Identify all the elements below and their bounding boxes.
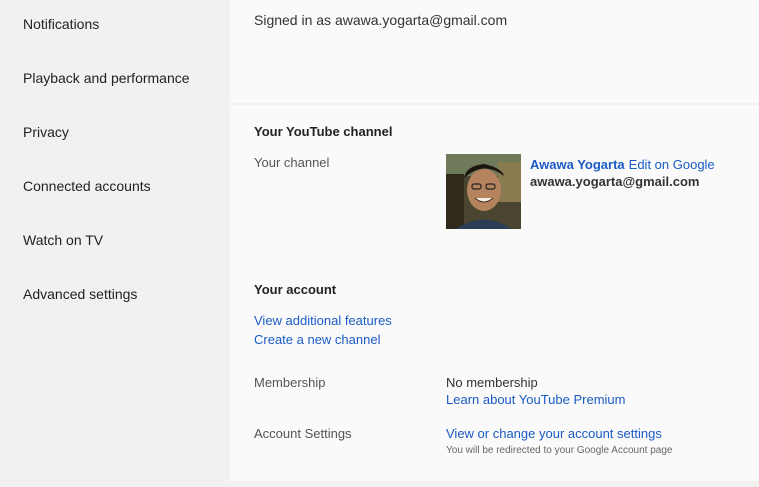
account-settings-label: Account Settings	[254, 426, 352, 441]
learn-premium-link[interactable]: Learn about YouTube Premium	[446, 392, 625, 407]
redirect-note: You will be redirected to your Google Ac…	[446, 445, 673, 456]
channel-heading: Your YouTube channel	[254, 124, 393, 139]
settings-sidebar: Notifications Playback and performance P…	[0, 0, 230, 487]
settings-page: Notifications Playback and performance P…	[0, 0, 759, 487]
sidebar-item-connected-accounts[interactable]: Connected accounts	[23, 178, 151, 194]
channel-email: awawa.yogarta@gmail.com	[530, 174, 700, 189]
edit-on-google-link[interactable]: Edit on Google	[629, 157, 715, 172]
avatar-photo	[446, 154, 521, 229]
your-channel-label: Your channel	[254, 155, 330, 170]
sidebar-item-playback[interactable]: Playback and performance	[23, 70, 190, 86]
view-additional-features-link[interactable]: View additional features	[254, 313, 392, 328]
channel-name-link[interactable]: Awawa Yogarta	[530, 157, 625, 172]
signed-in-text: Signed in as awawa.yogarta@gmail.com	[254, 12, 508, 28]
membership-label: Membership	[254, 375, 326, 390]
membership-value: No membership	[446, 375, 538, 390]
create-channel-link[interactable]: Create a new channel	[254, 332, 380, 347]
account-settings-link[interactable]: View or change your account settings	[446, 426, 662, 441]
sidebar-item-notifications[interactable]: Notifications	[23, 16, 99, 32]
sidebar-item-watch-on-tv[interactable]: Watch on TV	[23, 232, 103, 248]
account-panel: Your YouTube channel Your channel Awawa …	[230, 105, 759, 481]
signed-in-panel: Signed in as awawa.yogarta@gmail.com	[230, 0, 759, 103]
your-account-heading: Your account	[254, 282, 337, 297]
channel-name-line: Awawa Yogarta Edit on Google	[530, 157, 715, 172]
sidebar-item-privacy[interactable]: Privacy	[23, 124, 69, 140]
avatar[interactable]	[446, 154, 521, 229]
sidebar-item-advanced-settings[interactable]: Advanced settings	[23, 286, 137, 302]
